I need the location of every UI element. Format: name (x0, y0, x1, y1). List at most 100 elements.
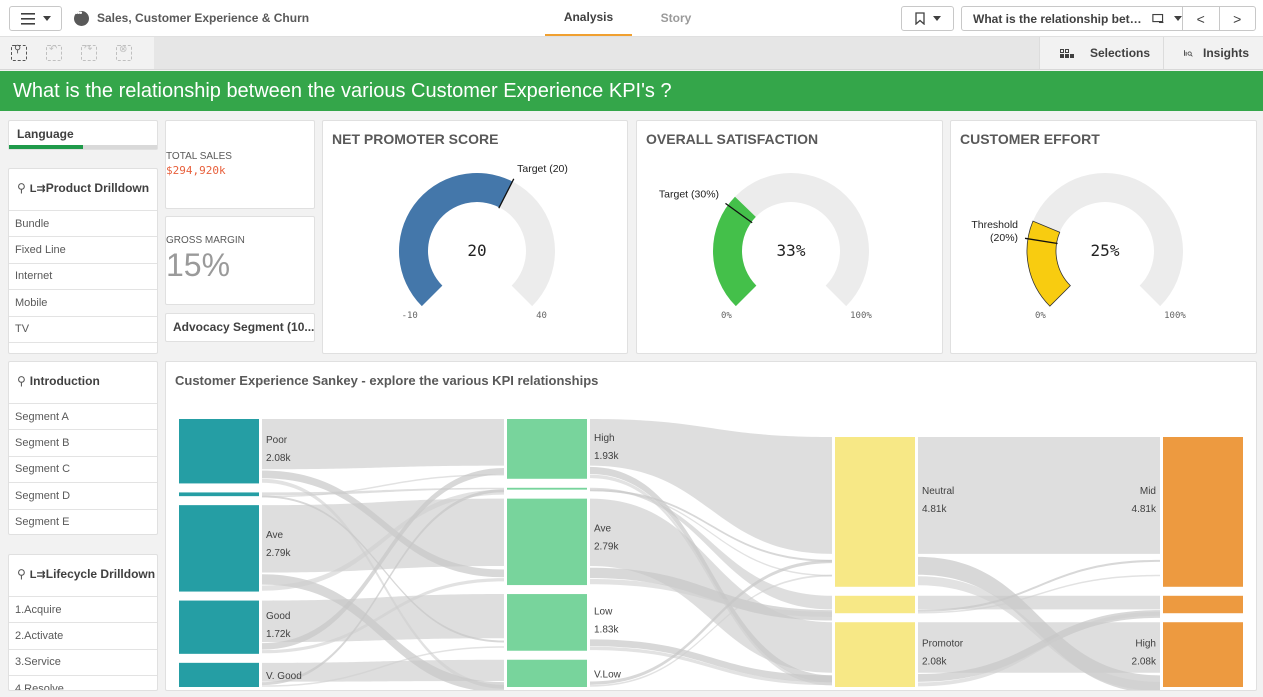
step-back-icon[interactable]: ↶ (46, 44, 62, 61)
gauge-value-arc (399, 172, 513, 307)
sheet-title-banner: What is the relationship between the var… (0, 71, 1263, 111)
sankey-node-label: Good (266, 611, 290, 622)
advocacy-segment-filter[interactable]: Advocacy Segment (10... (165, 313, 315, 342)
sankey-node[interactable] (507, 487, 587, 490)
sankey-node[interactable] (179, 505, 259, 592)
sheet-selector[interactable]: What is the relationship bet… (962, 7, 1182, 30)
gross-margin-kpi[interactable]: GROSS MARGIN 15% (165, 216, 315, 305)
app-title: Sales, Customer Experience & Churn (97, 11, 310, 25)
list-item[interactable]: Internet (9, 262, 157, 289)
list-item[interactable]: Segment A (9, 403, 157, 429)
list-item[interactable]: 1.Acquire (9, 596, 157, 622)
gauge-min-label: 0% (721, 311, 732, 321)
sankey-link[interactable] (918, 437, 1160, 554)
effort-gauge-card[interactable]: CUSTOMER EFFORT Threshold (20%) 25% 0% 100% (950, 120, 1257, 354)
list-item[interactable]: Segment E (9, 508, 157, 535)
sankey-node-value: 2.79k (594, 541, 619, 552)
selections-icon (1060, 48, 1074, 58)
page-title: What is the relationship between the var… (13, 79, 672, 102)
gauge-min-label: 0% (1035, 311, 1046, 321)
list-item[interactable]: Segment C (9, 455, 157, 482)
sankey-node[interactable] (835, 595, 915, 614)
sheet-navigator: What is the relationship bet… < > (961, 6, 1256, 31)
clear-selections-icon[interactable]: ⊗ (116, 44, 132, 61)
sankey-node[interactable] (1163, 622, 1243, 687)
sankey-node[interactable] (179, 662, 259, 687)
sankey-link[interactable] (262, 419, 504, 470)
lifecycle-drilldown-filter: ⚲ L⇉ Lifecycle Drilldown 1.Acquire 2.Act… (8, 554, 158, 691)
search-icon[interactable]: ⚲ (17, 181, 26, 195)
sankey-chart-card[interactable]: Customer Experience Sankey - explore the… (165, 361, 1257, 691)
insights-button[interactable]: Insights (1163, 37, 1263, 69)
language-filter-title: Language (17, 127, 74, 141)
sankey-node[interactable] (507, 419, 587, 479)
list-item[interactable]: Bundle (9, 210, 157, 236)
global-menu-button[interactable] (9, 6, 62, 31)
tab-story[interactable]: Story (640, 0, 712, 36)
tab-analysis[interactable]: Analysis (545, 0, 632, 36)
bookmarks-button[interactable] (901, 6, 954, 31)
chevron-down-icon (1174, 16, 1182, 21)
sankey-links (262, 419, 1160, 690)
sankey-node-label: High (1135, 639, 1156, 650)
list-item[interactable]: Segment D (9, 482, 157, 508)
total-sales-kpi[interactable]: TOTAL SALES $294,920k (165, 120, 315, 209)
sankey-node-label: V.Low (594, 669, 622, 680)
list-item[interactable]: Segment B (9, 429, 157, 455)
total-sales-value: $294,920k (166, 164, 226, 177)
sankey-node-label: Poor (266, 435, 288, 446)
list-item[interactable]: Fixed Line (9, 236, 157, 262)
gauge-chart: Target (30%) 33% 0% 100% (659, 173, 872, 321)
sankey-node-label: Mid (1140, 486, 1156, 497)
sankey-node[interactable] (179, 600, 259, 654)
sankey-node[interactable] (507, 498, 587, 586)
gauge-value-label: 33% (777, 241, 806, 260)
sankey-node-value: 1.72k (266, 629, 291, 640)
sankey-node[interactable] (507, 659, 587, 687)
step-forward-icon[interactable]: ↷ (81, 44, 97, 61)
gauge-max-label: 100% (1164, 311, 1186, 321)
previous-sheet-button[interactable]: < (1182, 7, 1219, 30)
total-sales-label: TOTAL SALES (166, 151, 232, 162)
sankey-node[interactable] (179, 492, 259, 497)
sankey-node[interactable] (1163, 437, 1243, 587)
sankey-node-label: Neutral (922, 486, 954, 497)
sankey-node-label: V. Good (266, 671, 302, 682)
selections-label: Selections (1090, 46, 1151, 60)
selections-button[interactable]: Selections (1039, 37, 1163, 69)
language-selection-fill (9, 145, 83, 149)
sankey-link[interactable] (918, 595, 1160, 610)
search-selection-icon[interactable]: ⚲ (11, 44, 27, 61)
gauge-max-label: 40 (536, 311, 547, 321)
list-item[interactable]: TV (9, 315, 157, 342)
list-item[interactable]: 2.Activate (9, 622, 157, 648)
search-icon[interactable]: ⚲ (17, 374, 26, 388)
sankey-node[interactable] (835, 622, 915, 687)
list-item[interactable]: 3.Service (9, 648, 157, 675)
list-item[interactable]: 4.Resolve (9, 675, 157, 690)
product-drilldown-filter: ⚲ L⇉ Product Drilldown Bundle Fixed Line… (8, 168, 158, 354)
sankey-chart[interactable]: Poor 2.08k Ave 2.79k Good 1.72k V. Good High 1.9… (166, 362, 1256, 690)
search-icon[interactable]: ⚲ (17, 567, 26, 581)
gauge-value-label: 20 (467, 241, 486, 260)
gauge-reference-label: (20%) (990, 232, 1018, 244)
next-sheet-button[interactable]: > (1218, 7, 1256, 30)
language-selection-bar (9, 145, 157, 149)
product-drilldown-title: Product Drilldown (45, 181, 150, 195)
sankey-node-label: Ave (266, 530, 283, 541)
sankey-node[interactable] (835, 437, 915, 587)
gross-margin-value: 15% (166, 247, 231, 283)
nps-gauge-card[interactable]: NET PROMOTER SCORE Target (20) 20 -10 40 (322, 120, 628, 354)
gauge-reference-label: Target (30%) (659, 189, 719, 201)
introduction-title: Introduction (29, 374, 100, 388)
app-dots-icon (74, 8, 89, 26)
sankey-node[interactable] (1163, 595, 1243, 614)
sankey-node[interactable] (507, 594, 587, 651)
list-item[interactable]: Mobile (9, 289, 157, 315)
sankey-node[interactable] (179, 419, 259, 484)
satisfaction-gauge-card[interactable]: OVERALL SATISFACTION Target (30%) 33% 0% 10… (636, 120, 943, 354)
language-filter[interactable]: Language (8, 120, 158, 150)
selection-toolbar: ⚲ ↶ ↷ ⊗ Selections Insights (0, 37, 1263, 70)
chevron-down-icon (932, 16, 941, 21)
gauge-min-label: -10 (402, 311, 418, 321)
